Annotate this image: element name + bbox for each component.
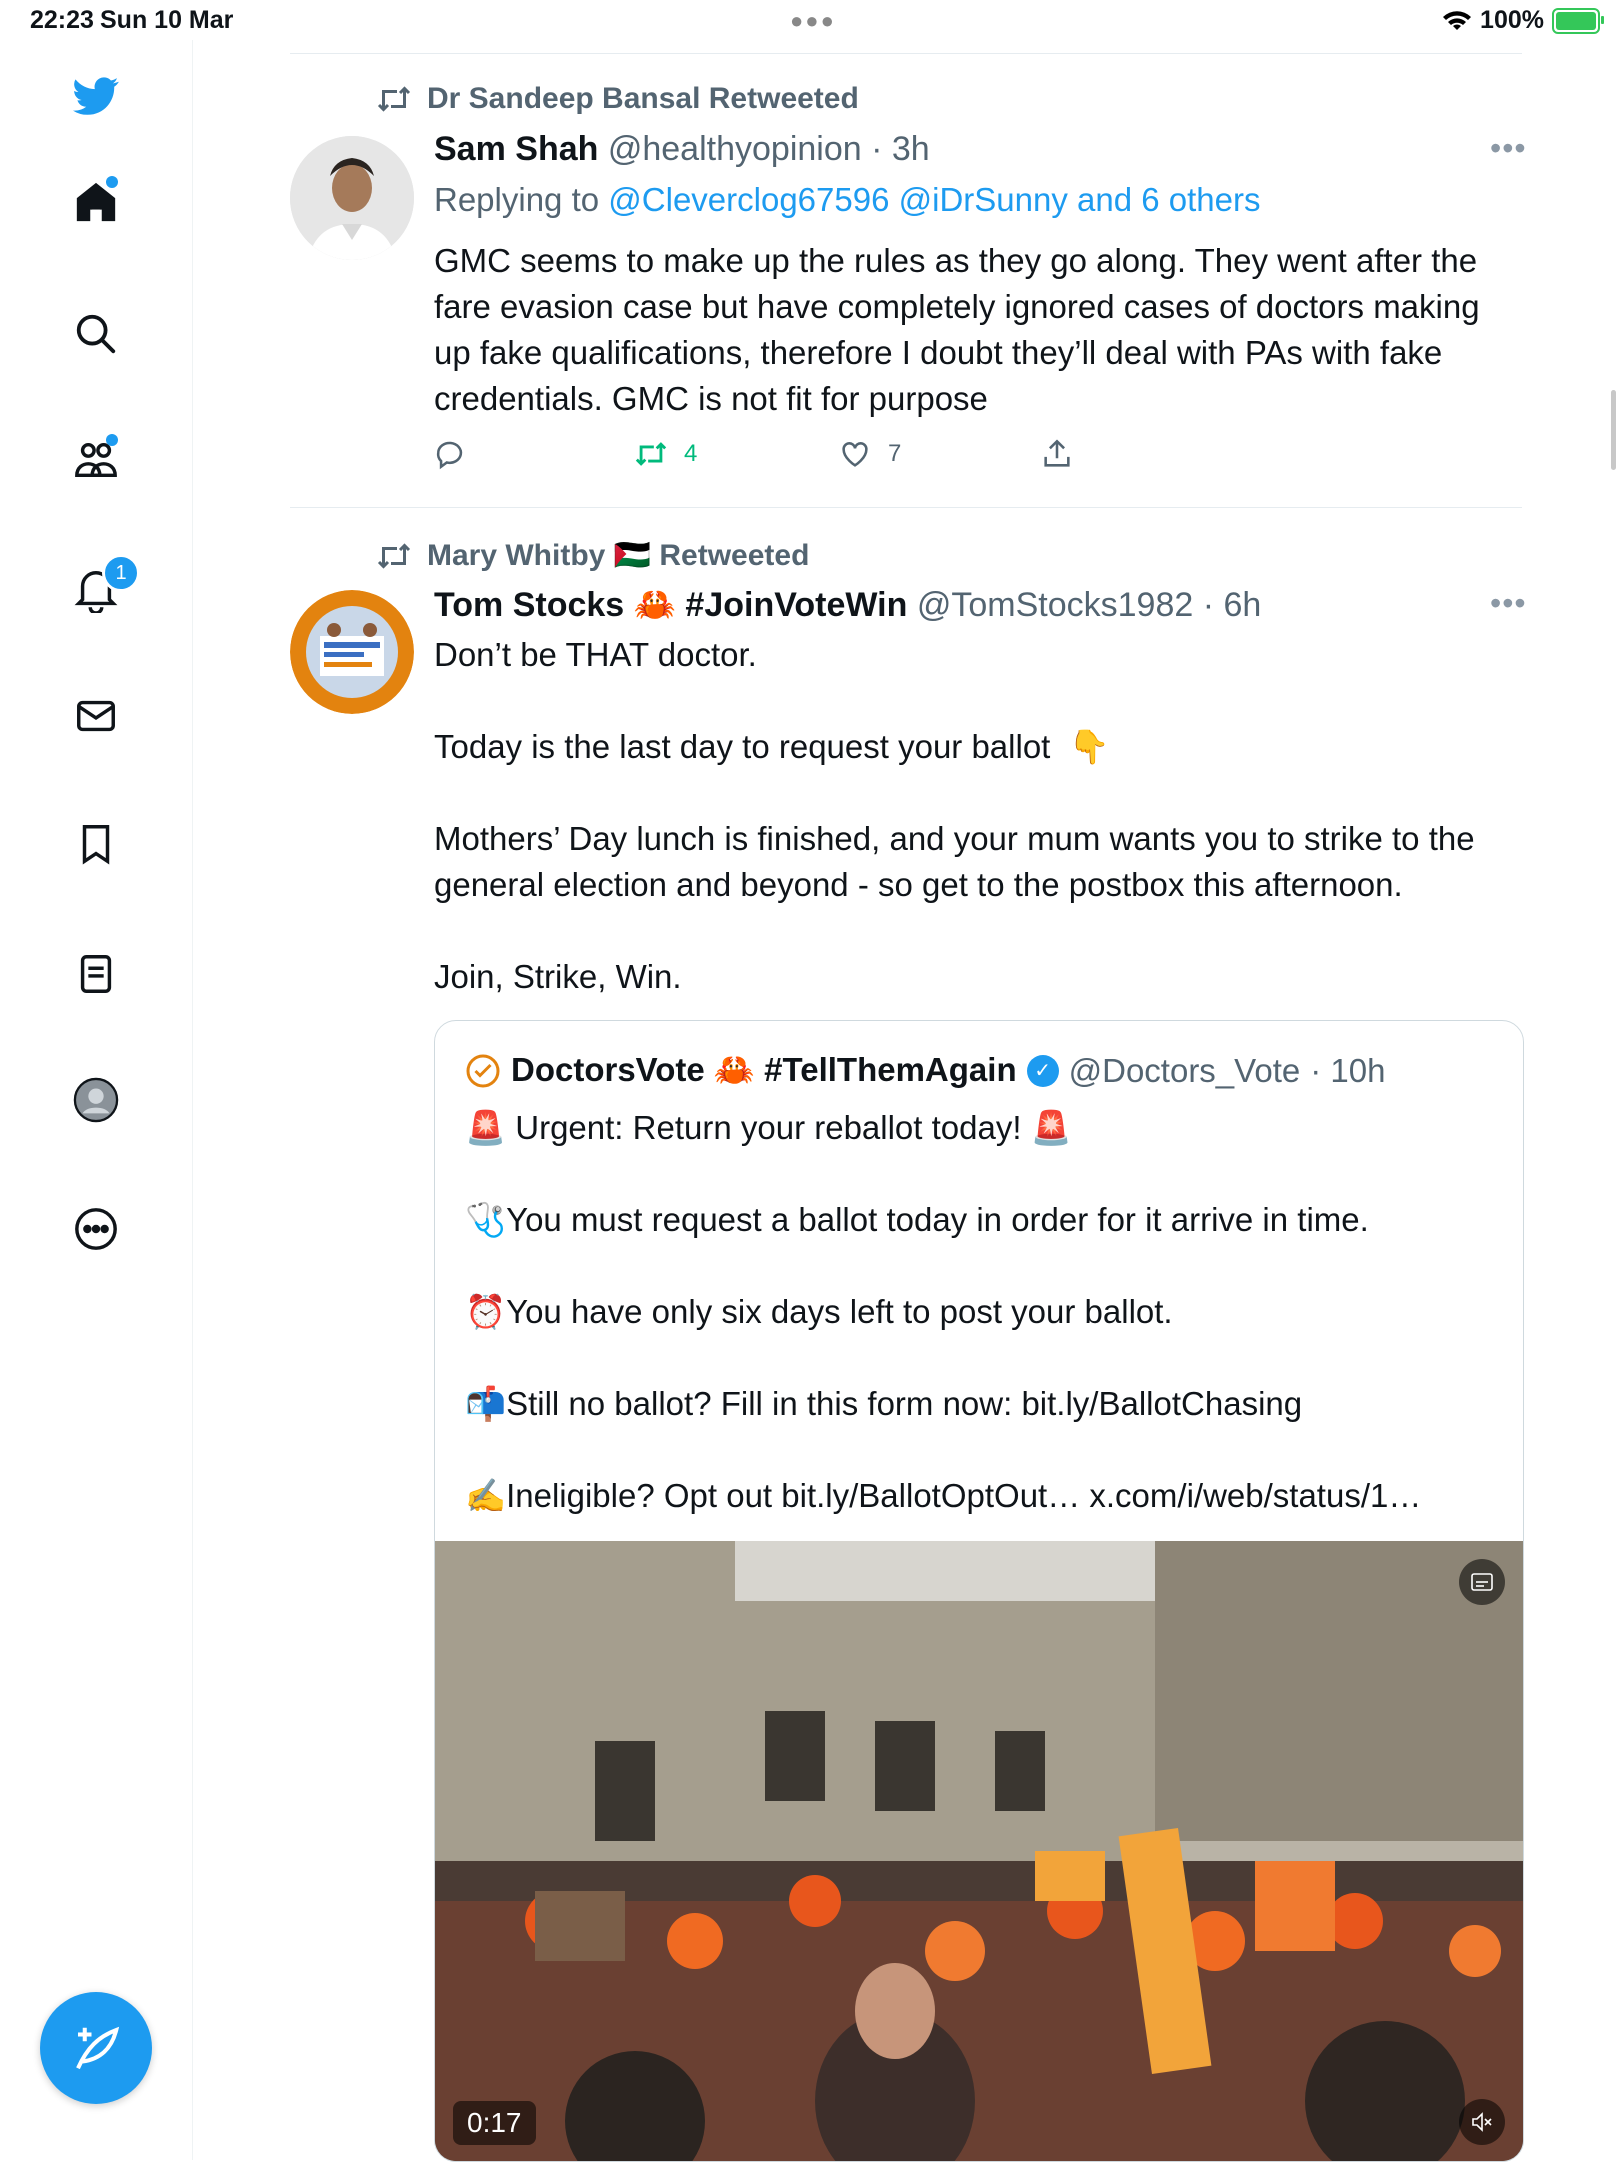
tweet-header: Tom Stocks 🦀 #JoinVoteWin @TomStocks1982… (434, 585, 1261, 625)
mute-icon[interactable] (1459, 2099, 1505, 2145)
replying-label: Replying to (434, 181, 600, 218)
quoted-tweet-header: DoctorsVote 🦀 #TellThemAgain ✓ @Doctors_… (465, 1051, 1385, 1090)
avatar[interactable] (290, 590, 414, 714)
reply-icon (436, 441, 463, 470)
quote-text: 🚨 Urgent: Return your reballot today! 🚨 … (465, 1109, 1422, 1514)
reply-button[interactable] (434, 437, 468, 471)
quote-author-name[interactable]: DoctorsVote 🦀 #TellThemAgain (511, 1051, 1017, 1090)
scrollbar[interactable] (1611, 390, 1616, 470)
more-options-icon[interactable]: ••• (1490, 585, 1527, 622)
tweet-time[interactable]: · 6h (1203, 586, 1262, 624)
retweeted-by: Dr Sandeep Bansal Retweeted (427, 82, 859, 115)
sidebar: 1 (0, 40, 193, 2160)
status-right: 100% (1442, 6, 1604, 35)
author-name[interactable]: Tom Stocks 🦀 #JoinVoteWin (434, 586, 907, 624)
notification-badge: 1 (102, 554, 140, 592)
like-button[interactable]: 7 (838, 437, 901, 471)
feed-divider (290, 53, 1522, 54)
tweet-text: Don’t be THAT doctor. Today is the last … (434, 636, 1475, 995)
search-icon[interactable] (66, 304, 126, 364)
battery-percent: 100% (1480, 6, 1544, 34)
captions-icon[interactable] (1459, 1559, 1505, 1605)
home-icon[interactable] (66, 172, 126, 232)
author-handle[interactable]: @healthyopinion (608, 130, 862, 168)
bookmarks-icon[interactable] (66, 814, 126, 874)
multitasking-dots-icon[interactable]: ●●● (790, 8, 836, 34)
more-icon[interactable] (66, 1199, 126, 1259)
status-date: Sun 10 Mar (100, 6, 234, 34)
tweet-time[interactable]: · 3h (871, 130, 930, 168)
like-count: 7 (888, 440, 902, 467)
retweet-context: Dr Sandeep Bansal Retweeted (375, 82, 859, 116)
retweet-icon (635, 442, 667, 466)
wifi-icon (1443, 10, 1472, 30)
feather-plus-icon (76, 2026, 120, 2070)
communities-icon[interactable] (66, 430, 126, 490)
quote-author-handle[interactable]: @Doctors_Vote (1069, 1052, 1301, 1090)
retweet-button[interactable]: 4 (634, 437, 697, 471)
author-handle[interactable]: @TomStocks1982 (917, 586, 1193, 624)
retweet-icon (377, 86, 411, 112)
lists-icon[interactable] (66, 944, 126, 1004)
video-player[interactable]: 0:17 (435, 1541, 1523, 2161)
communities-unread-dot (106, 434, 118, 446)
home-unread-dot (106, 176, 118, 188)
tweet-header: Sam Shah @healthyopinion · 3h (434, 130, 930, 169)
author-name[interactable]: Sam Shah (434, 130, 598, 168)
twitter-logo-icon[interactable] (66, 66, 126, 126)
replying-mentions[interactable]: @Cleverclog67596 @iDrSunny and 6 others (608, 181, 1260, 218)
replying-to: Replying to @Cleverclog67596 @iDrSunny a… (434, 181, 1260, 219)
notifications-icon[interactable]: 1 (66, 554, 140, 620)
retweeted-by: Mary Whitby 🇵🇸 Retweeted (427, 539, 810, 572)
video-thumbnail (435, 1541, 1523, 2161)
avatar[interactable] (290, 136, 414, 260)
share-icon (1044, 439, 1070, 467)
retweet-icon (377, 542, 411, 569)
quote-avatar-icon[interactable] (465, 1053, 501, 1089)
tweet-actions: 4 7 (434, 437, 1134, 477)
tweet-text: GMC seems to make up the rules as they g… (434, 242, 1489, 417)
battery-icon (1552, 7, 1604, 34)
heart-icon (842, 442, 868, 467)
status-time: 22:23 (30, 6, 94, 34)
profile-icon[interactable] (66, 1070, 126, 1130)
retweet-context: Mary Whitby 🇵🇸 Retweeted (375, 538, 809, 573)
status-bar: 22:23 Sun 10 Mar ●●● 100% (0, 0, 1620, 40)
compose-tweet-button[interactable] (40, 1992, 152, 2104)
verified-badge-icon: ✓ (1026, 1054, 1059, 1087)
video-duration: 0:17 (453, 2101, 536, 2145)
share-button[interactable] (1040, 437, 1074, 471)
messages-icon[interactable] (66, 686, 126, 746)
quote-tweet-time: · 10h (1310, 1051, 1386, 1089)
feed-divider (290, 507, 1522, 508)
retweet-count: 4 (684, 440, 698, 467)
more-options-icon[interactable]: ••• (1490, 130, 1527, 167)
quoted-tweet[interactable]: DoctorsVote 🦀 #TellThemAgain ✓ @Doctors_… (434, 1020, 1524, 2162)
